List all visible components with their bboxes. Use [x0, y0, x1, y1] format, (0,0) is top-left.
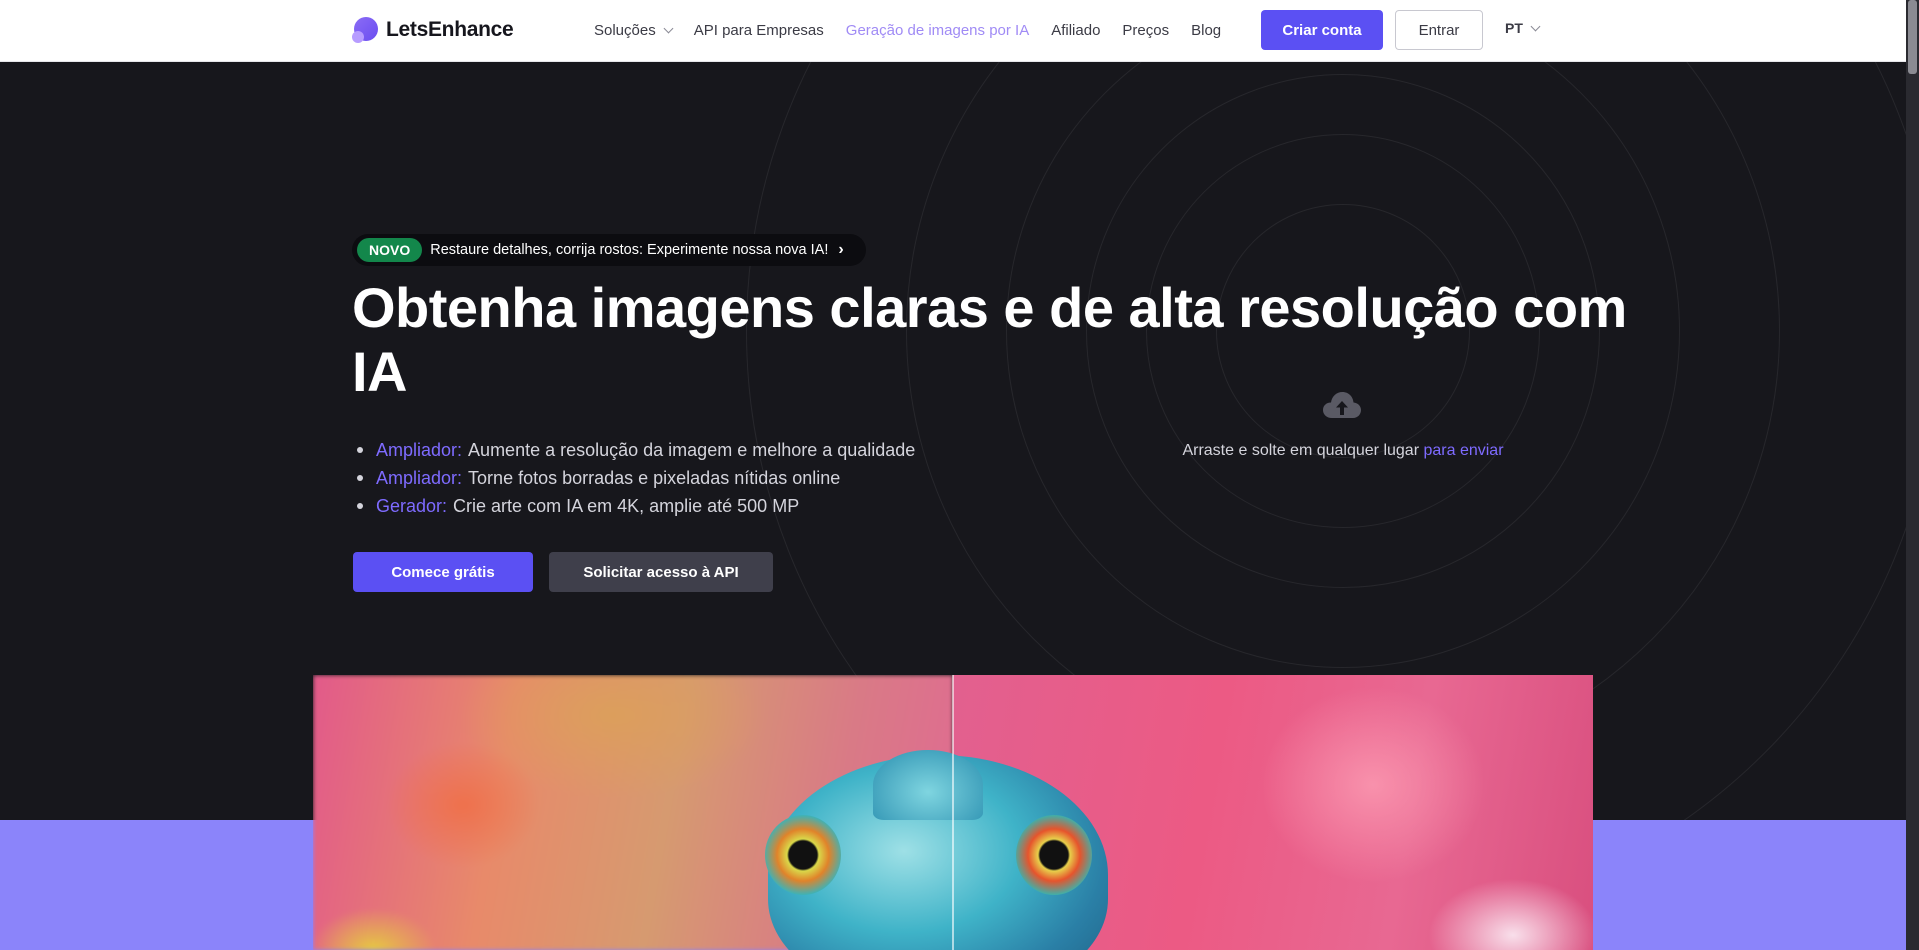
- feature-text: Aumente a resolução da imagem e melhore …: [468, 440, 916, 460]
- page-scrollbar[interactable]: [1906, 0, 1919, 950]
- feature-item: Gerador: Crie arte com IA em 4K, amplie …: [352, 492, 915, 520]
- nav-item-blog[interactable]: Blog: [1191, 22, 1221, 39]
- start-free-button[interactable]: Comece grátis: [353, 552, 533, 592]
- scrollbar-thumb[interactable]: [1908, 0, 1917, 74]
- nav-item-api-empresas[interactable]: API para Empresas: [694, 22, 824, 39]
- nav-item-afiliado[interactable]: Afiliado: [1051, 22, 1100, 39]
- feature-key: Ampliador:: [376, 468, 463, 488]
- logo-icon: [352, 16, 380, 44]
- nav-item-solucoes[interactable]: Soluções: [594, 21, 674, 39]
- request-api-button[interactable]: Solicitar acesso à API: [549, 552, 773, 592]
- feature-item: Ampliador: Torne fotos borradas e pixela…: [352, 464, 915, 492]
- before-after-image[interactable]: [313, 675, 1593, 950]
- feature-key: Gerador:: [376, 496, 448, 516]
- logo[interactable]: LetsEnhance: [352, 16, 514, 44]
- nav-item-label: Afiliado: [1051, 21, 1101, 39]
- comparison-slider-handle[interactable]: [952, 675, 954, 950]
- nav-item-precos[interactable]: Preços: [1122, 22, 1169, 39]
- main-nav: Soluções API para Empresas Geração de im…: [594, 0, 1243, 60]
- upload-link[interactable]: para enviar: [1423, 442, 1503, 459]
- nav-item-label: API para Empresas: [693, 21, 824, 39]
- login-button[interactable]: Entrar: [1395, 10, 1483, 50]
- feature-text: Crie arte com IA em 4K, amplie até 500 M…: [453, 496, 800, 516]
- chameleon-eye-right: [1016, 815, 1092, 895]
- banner-text: Restaure detalhes, corrija rostos: Exper…: [430, 242, 829, 258]
- nav-item-label: Preços: [1122, 21, 1170, 39]
- new-badge: NOVO: [357, 238, 423, 262]
- chevron-right-icon: ›: [838, 241, 844, 258]
- new-feature-banner[interactable]: NOVO Restaure detalhes, corrija rostos: …: [352, 234, 866, 266]
- site-header: LetsEnhance Soluções API para Empresas G…: [0, 0, 1906, 62]
- feature-key: Ampliador:: [376, 440, 463, 460]
- bullet-icon: [357, 447, 363, 453]
- cloud-upload-icon[interactable]: [1322, 390, 1362, 422]
- upload-text: Arraste e solte em qualquer lugar: [1182, 442, 1420, 459]
- upload-dropzone-text: Arraste e solte em qualquer lugar para e…: [1170, 442, 1516, 460]
- nav-item-geracao-imagens[interactable]: Geração de imagens por IA: [846, 22, 1029, 39]
- nav-item-label: Blog: [1191, 21, 1222, 39]
- nav-item-label: Geração de imagens por IA: [845, 21, 1030, 39]
- language-selector[interactable]: PT: [1505, 20, 1541, 36]
- feature-text: Torne fotos borradas e pixeladas nítidas…: [468, 468, 841, 488]
- signup-button[interactable]: Criar conta: [1261, 10, 1383, 50]
- feature-item: Ampliador: Aumente a resolução da imagem…: [352, 436, 915, 464]
- hero-title: Obtenha imagens claras e de alta resoluç…: [352, 276, 1627, 403]
- chameleon-eye-left: [765, 815, 841, 895]
- nav-item-label: Soluções: [594, 21, 656, 39]
- chevron-down-icon: [663, 23, 674, 33]
- language-label: PT: [1505, 20, 1523, 36]
- logo-text: LetsEnhance: [386, 18, 514, 41]
- feature-list: Ampliador: Aumente a resolução da imagem…: [352, 436, 915, 520]
- chevron-down-icon: [1530, 21, 1541, 31]
- bullet-icon: [357, 475, 363, 481]
- bullet-icon: [357, 503, 363, 509]
- chameleon-crest: [873, 750, 983, 820]
